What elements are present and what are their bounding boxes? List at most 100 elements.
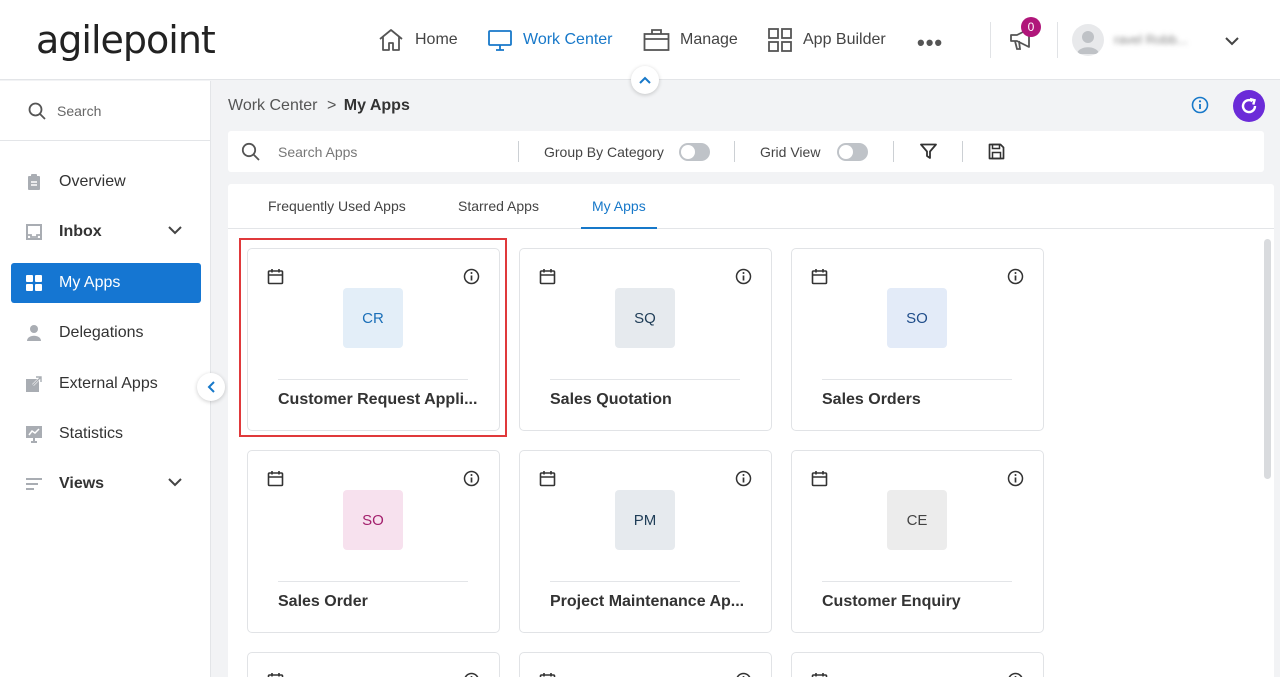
toolbar-divider <box>518 141 519 162</box>
filter-icon[interactable] <box>920 143 937 160</box>
page-info-button[interactable] <box>1191 96 1209 119</box>
app-card[interactable]: SQ Sales Quotation <box>519 248 772 431</box>
list-icon <box>26 478 42 490</box>
sidebar-search-placeholder: Search <box>57 103 102 119</box>
toolbar-divider <box>893 141 894 162</box>
app-card[interactable]: SO Sales Order <box>247 450 500 633</box>
sidebar-item-delegations[interactable]: Delegations <box>11 313 201 353</box>
calendar-icon <box>539 470 556 492</box>
nav-manage-label: Manage <box>680 31 738 48</box>
agilepoint-logo[interactable]: agilepoint <box>36 18 216 62</box>
user-menu-toggle[interactable] <box>1225 33 1239 51</box>
app-initials-tile: SO <box>887 288 947 348</box>
breadcrumb-separator: > <box>326 97 337 114</box>
app-name: Customer Enquiry <box>822 593 961 610</box>
info-icon[interactable] <box>735 470 752 492</box>
refresh-button[interactable] <box>1233 90 1265 122</box>
sidebar-item-views[interactable]: Views <box>11 464 201 504</box>
app-card[interactable] <box>247 652 500 677</box>
app-name: Sales Quotation <box>550 391 672 408</box>
nav-work-center-label: Work Center <box>523 31 613 48</box>
chart-icon <box>26 426 42 443</box>
app-card[interactable] <box>519 652 772 677</box>
grid-view-toggle[interactable] <box>837 143 868 161</box>
avatar[interactable] <box>1072 24 1104 56</box>
app-name: Project Maintenance Ap... <box>550 593 745 610</box>
card-divider <box>822 379 1012 380</box>
header-divider <box>990 22 991 58</box>
sidebar-item-my-apps[interactable]: My Apps <box>11 263 201 303</box>
tab-my-apps[interactable]: My Apps <box>592 198 646 214</box>
info-icon[interactable] <box>463 672 480 677</box>
save-icon[interactable] <box>988 143 1005 160</box>
sidebar-item-inbox[interactable]: Inbox <box>11 212 201 252</box>
clipboard-icon <box>28 174 40 190</box>
search-icon <box>241 142 260 161</box>
more-menu-button[interactable]: ••• <box>917 30 943 56</box>
grid-view-label: Grid View <box>760 144 821 160</box>
card-divider <box>822 581 1012 582</box>
app-card[interactable] <box>791 652 1044 677</box>
apps-toolbar: Search Apps Group By Category Grid View <box>228 131 1264 172</box>
sidebar-item-statistics[interactable]: Statistics <box>11 414 201 454</box>
sidebar-item-label: Views <box>59 475 105 492</box>
info-icon <box>1191 96 1209 114</box>
chevron-down-icon <box>1225 37 1239 46</box>
app-card[interactable]: SO Sales Orders <box>791 248 1044 431</box>
calendar-icon <box>811 470 828 492</box>
briefcase-icon <box>643 29 670 51</box>
nav-app-builder[interactable]: App Builder <box>767 24 886 56</box>
group-by-category-label: Group By Category <box>544 144 664 160</box>
tab-starred-apps[interactable]: Starred Apps <box>458 198 539 214</box>
sidebar-item-label: Overview <box>59 173 126 190</box>
card-divider <box>550 379 740 380</box>
chevron-down-icon <box>168 478 182 487</box>
calendar-icon <box>539 672 556 677</box>
apps-icon <box>26 275 42 291</box>
app-initials-tile: CE <box>887 490 947 550</box>
monitor-icon <box>488 30 512 51</box>
sidebar-item-external-apps[interactable]: External Apps <box>11 364 201 404</box>
username[interactable]: ravel Robb... <box>1114 32 1188 47</box>
nav-app-builder-label: App Builder <box>803 31 886 48</box>
chevron-up-icon <box>639 76 651 84</box>
info-icon[interactable] <box>735 268 752 290</box>
sidebar-item-overview[interactable]: Overview <box>11 162 201 202</box>
calendar-icon <box>539 268 556 290</box>
info-icon[interactable] <box>1007 268 1024 290</box>
toolbar-divider <box>962 141 963 162</box>
external-link-icon <box>26 375 43 392</box>
info-icon[interactable] <box>735 672 752 677</box>
card-divider <box>550 581 740 582</box>
nav-home[interactable]: Home <box>377 24 458 56</box>
active-tab-indicator <box>581 227 657 229</box>
info-icon[interactable] <box>463 470 480 492</box>
refresh-icon <box>1241 97 1257 114</box>
sidebar: Search Overview Inbox My Apps Delegation… <box>0 81 211 677</box>
scrollbar[interactable] <box>1264 239 1271 479</box>
collapse-header-button[interactable] <box>631 66 659 94</box>
tab-frequently-used-apps[interactable]: Frequently Used Apps <box>268 198 406 214</box>
card-divider <box>278 581 468 582</box>
sidebar-search[interactable]: Search <box>0 81 210 141</box>
info-icon[interactable] <box>1007 672 1024 677</box>
search-apps-input[interactable]: Search Apps <box>278 144 357 160</box>
app-initials-tile: PM <box>615 490 675 550</box>
nav-work-center[interactable]: Work Center <box>487 24 613 56</box>
info-icon[interactable] <box>1007 470 1024 492</box>
notification-badge: 0 <box>1021 17 1041 37</box>
app-initials-tile: SO <box>343 490 403 550</box>
group-by-category-toggle[interactable] <box>679 143 710 161</box>
sidebar-item-label: Inbox <box>59 223 102 240</box>
nav-manage[interactable]: Manage <box>643 24 738 56</box>
header-divider <box>1057 22 1058 58</box>
app-card[interactable]: PM Project Maintenance Ap... <box>519 450 772 633</box>
sidebar-item-label: Statistics <box>59 425 124 442</box>
home-icon <box>379 29 403 51</box>
toolbar-divider <box>734 141 735 162</box>
collapse-sidebar-button[interactable] <box>197 373 225 401</box>
sidebar-item-label: External Apps <box>59 375 158 392</box>
breadcrumb-parent[interactable]: Work Center <box>228 97 318 114</box>
app-initials-tile: SQ <box>615 288 675 348</box>
app-card[interactable]: CE Customer Enquiry <box>791 450 1044 633</box>
